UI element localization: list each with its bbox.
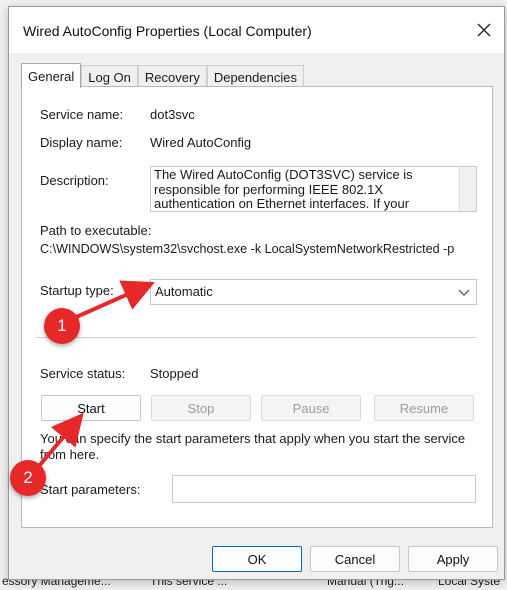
- stop-button[interactable]: Stop: [151, 395, 251, 421]
- pause-button[interactable]: Pause: [261, 395, 361, 421]
- description-text: The Wired AutoConfig (DOT3SVC) service i…: [154, 167, 413, 211]
- tab-recovery[interactable]: Recovery: [137, 65, 207, 88]
- display-name-value: Wired AutoConfig: [150, 135, 252, 150]
- path-value: C:\WINDOWS\system32\svchost.exe -k Local…: [40, 242, 455, 256]
- title-bar[interactable]: Wired AutoConfig Properties (Local Compu…: [9, 7, 504, 53]
- service-status-value: Stopped: [150, 366, 199, 381]
- separator: [36, 337, 476, 338]
- tab-general[interactable]: General: [21, 63, 82, 88]
- cancel-button[interactable]: Cancel: [310, 546, 400, 572]
- path-label: Path to executable:: [40, 223, 152, 238]
- startup-type-dropdown[interactable]: Automatic: [150, 279, 477, 305]
- start-params-hint: You can specify the start parameters tha…: [40, 431, 466, 462]
- chevron-down-icon: [458, 289, 470, 296]
- dialog-title: Wired AutoConfig Properties (Local Compu…: [23, 23, 312, 39]
- start-button[interactable]: Start: [41, 395, 141, 421]
- resume-button[interactable]: Resume: [374, 395, 474, 421]
- tab-dependencies[interactable]: Dependencies: [206, 65, 304, 88]
- close-icon: [477, 23, 491, 37]
- service-name-label: Service name:: [40, 107, 124, 122]
- properties-dialog: Wired AutoConfig Properties (Local Compu…: [8, 6, 505, 580]
- step-badge-2: 2: [10, 460, 46, 496]
- service-status-label: Service status:: [40, 366, 126, 381]
- service-name-value: dot3svc: [150, 107, 195, 122]
- startup-type-label: Startup type:: [40, 283, 114, 298]
- startup-type-value: Automatic: [155, 284, 213, 299]
- apply-button[interactable]: Apply: [408, 546, 498, 572]
- display-name-label: Display name:: [40, 135, 123, 150]
- general-panel: Service name: dot3svc Display name: Wire…: [21, 86, 493, 528]
- ok-button[interactable]: OK: [212, 546, 302, 572]
- tab-log-on[interactable]: Log On: [81, 65, 138, 88]
- description-scrollbar[interactable]: [459, 167, 476, 211]
- start-params-label: Start parameters:: [40, 482, 141, 497]
- step-badge-1: 1: [44, 308, 80, 344]
- tab-strip: General Log On Recovery Dependencies: [21, 63, 304, 88]
- close-button[interactable]: [470, 17, 498, 43]
- start-params-input[interactable]: [172, 475, 476, 503]
- description-box[interactable]: The Wired AutoConfig (DOT3SVC) service i…: [150, 166, 477, 212]
- description-label: Description:: [40, 173, 109, 188]
